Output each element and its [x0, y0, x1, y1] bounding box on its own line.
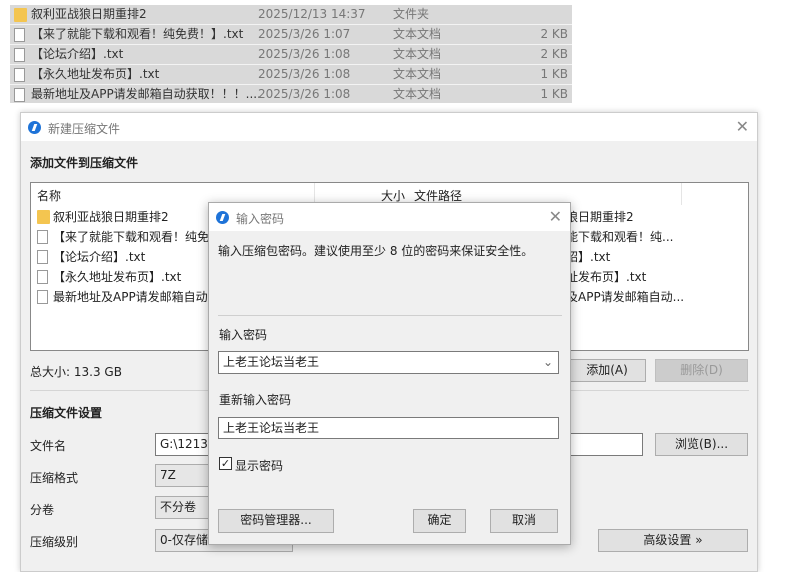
level-label: 压缩级别 — [30, 535, 79, 549]
text-file-icon — [14, 48, 25, 62]
add-button[interactable]: 添加(A) — [568, 359, 646, 382]
format-label: 压缩格式 — [30, 471, 79, 485]
folder-icon — [37, 210, 50, 224]
delete-button[interactable]: 删除(D) — [655, 359, 748, 382]
split-label: 分卷 — [30, 503, 55, 517]
password-combo[interactable]: 上老王论坛当老王 ⌄ — [218, 351, 559, 374]
explorer-row[interactable]: 【来了就能下载和观看！纯免费！】.txt 2025/3/26 1:07 文本文档 2 … — [10, 25, 572, 45]
text-file-icon — [14, 68, 25, 82]
chevron-down-icon[interactable]: ⌄ — [543, 352, 553, 373]
app-logo-icon — [28, 121, 41, 134]
password-label: 输入密码 — [219, 328, 268, 342]
title-bar: 输入密码 ✕ — [209, 203, 570, 231]
file-path: 址发布页】.txt — [566, 270, 647, 284]
browse-button[interactable]: 浏览(B)... — [655, 433, 748, 456]
list-item[interactable]: 【来了就能下载和观看！纯免费 — [37, 227, 221, 247]
close-icon[interactable]: ✕ — [549, 207, 562, 226]
text-file-icon — [37, 250, 48, 264]
explorer-row[interactable]: 最新地址及APP请发邮箱自动获取！！！.... 2025/3/26 1:08 文本文… — [10, 85, 572, 105]
advanced-settings-button[interactable]: 高级设置 » — [598, 529, 748, 552]
file-path: 及APP请发邮箱自动... — [566, 290, 685, 304]
confirm-password-input[interactable]: 上老王论坛当老王 — [218, 417, 559, 439]
explorer-row[interactable]: 【论坛介绍】.txt 2025/3/26 1:08 文本文档 2 KB — [10, 45, 572, 65]
list-item[interactable]: 最新地址及APP请发邮箱自动获 — [37, 287, 220, 307]
list-item[interactable]: 【永久地址发布页】.txt — [37, 267, 181, 287]
show-password-label[interactable]: 显示密码 — [235, 457, 283, 474]
section-settings-heading: 压缩文件设置 — [30, 406, 103, 420]
confirm-password-label: 重新输入密码 — [219, 393, 292, 407]
file-path: 能下载和观看！纯... — [566, 230, 674, 244]
total-size: 总大小: 13.3 GB — [30, 365, 122, 379]
title-bar: 新建压缩文件 ✕ — [21, 113, 757, 141]
file-path: 狼日期重排2 — [566, 210, 634, 224]
text-file-icon — [37, 230, 48, 244]
column-name[interactable]: 名称 — [37, 187, 61, 204]
list-item[interactable]: 【论坛介绍】.txt — [37, 247, 145, 267]
text-file-icon — [14, 28, 25, 42]
section-add-heading: 添加文件到压缩文件 — [30, 156, 139, 170]
explorer-file-list: 叙利亚战狼日期重排2 2025/12/13 14:37 文件夹 【来了就能下载和观看… — [10, 5, 572, 103]
list-item[interactable]: 叙利亚战狼日期重排2 — [37, 207, 169, 227]
explorer-row[interactable]: 【永久地址发布页】.txt 2025/3/26 1:08 文本文档 1 KB — [10, 65, 572, 85]
close-icon[interactable]: ✕ — [736, 117, 749, 136]
explorer-row[interactable]: 叙利亚战狼日期重排2 2025/12/13 14:37 文件夹 — [10, 5, 572, 25]
dialog-title: 输入密码 — [236, 212, 285, 226]
show-password-checkbox[interactable]: ✓ — [219, 457, 232, 470]
app-logo-icon — [216, 211, 229, 224]
text-file-icon — [14, 88, 25, 102]
ok-button[interactable]: 确定 — [413, 509, 466, 533]
folder-icon — [14, 8, 27, 22]
cancel-button[interactable]: 取消 — [490, 509, 558, 533]
password-manager-button[interactable]: 密码管理器... — [218, 509, 334, 533]
password-dialog: 输入密码 ✕ 输入压缩包密码。建议使用至少 8 位的密码来保证安全性。 输入密码… — [208, 202, 571, 545]
file-path: 绍】.txt — [566, 250, 611, 264]
text-file-icon — [37, 290, 48, 304]
text-file-icon — [37, 270, 48, 284]
filename-label: 文件名 — [30, 439, 67, 453]
dialog-title: 新建压缩文件 — [48, 122, 121, 136]
password-hint: 输入压缩包密码。建议使用至少 8 位的密码来保证安全性。 — [218, 244, 534, 258]
